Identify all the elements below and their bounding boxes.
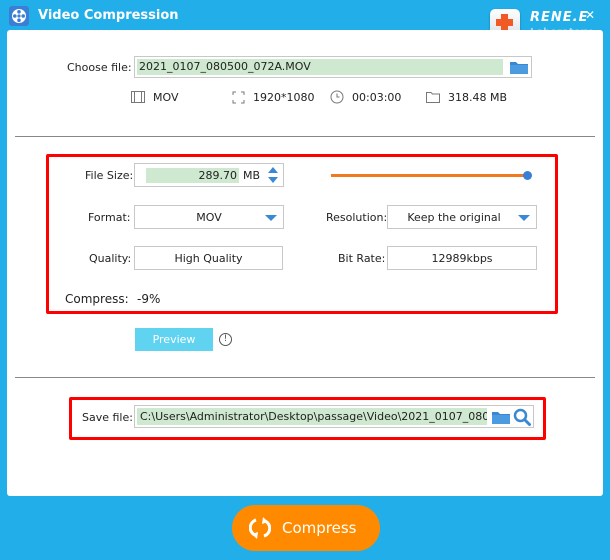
chevron-down-icon bbox=[518, 215, 530, 221]
compress-button-label: Compress bbox=[282, 519, 357, 537]
divider bbox=[15, 136, 595, 137]
format-dropdown[interactable]: MOV bbox=[134, 205, 284, 229]
chevron-down-icon bbox=[265, 215, 277, 221]
search-icon[interactable] bbox=[513, 408, 531, 426]
info-size-value: 318.48 MB bbox=[448, 90, 508, 104]
info-size: 318.48 MB bbox=[426, 89, 507, 105]
folder-icon[interactable] bbox=[510, 60, 528, 74]
choose-file-value: 2021_0107_080500_072A.MOV bbox=[139, 60, 311, 73]
save-file-label: Save file: bbox=[82, 411, 133, 424]
bitrate-value: 12989kbps bbox=[431, 252, 493, 265]
film-icon bbox=[131, 91, 145, 103]
file-size-spinner[interactable]: 289.70 MB bbox=[134, 163, 284, 187]
preview-button[interactable]: Preview bbox=[135, 328, 213, 351]
slider-thumb[interactable] bbox=[523, 171, 532, 180]
quality-field[interactable]: High Quality bbox=[134, 246, 283, 270]
brand-name: RENE.E bbox=[530, 10, 589, 25]
refresh-icon bbox=[249, 517, 271, 539]
compress-ratio-label: Compress: bbox=[65, 292, 129, 306]
save-file-value: C:\Users\Administrator\Desktop\passage\V… bbox=[140, 410, 487, 423]
info-format: MOV bbox=[131, 89, 178, 105]
slider-track bbox=[331, 174, 527, 177]
decrement-arrow-icon[interactable] bbox=[268, 177, 278, 183]
file-size-unit: MB bbox=[243, 169, 261, 182]
format-value: MOV bbox=[196, 211, 222, 224]
clock-icon bbox=[330, 90, 344, 104]
resolution-value: Keep the original bbox=[407, 211, 501, 224]
quality-value: High Quality bbox=[174, 252, 243, 265]
info-resolution-value: 1920*1080 bbox=[253, 90, 315, 104]
format-label: Format: bbox=[88, 211, 131, 224]
window-title: Video Compression bbox=[38, 8, 179, 23]
film-reel-icon bbox=[9, 6, 29, 26]
file-size-slider[interactable] bbox=[331, 170, 532, 180]
choose-file-field[interactable]: 2021_0107_080500_072A.MOV bbox=[134, 56, 532, 78]
save-file-field[interactable]: C:\Users\Administrator\Desktop\passage\V… bbox=[134, 405, 534, 428]
resolution-dropdown[interactable]: Keep the original bbox=[387, 205, 537, 229]
compress-button[interactable]: Compress bbox=[232, 505, 380, 551]
info-format-value: MOV bbox=[153, 90, 179, 104]
info-duration-value: 00:03:00 bbox=[352, 90, 402, 104]
title-bar: Video Compression RENE.E Laboratory ✕ bbox=[0, 0, 610, 38]
bitrate-label: Bit Rate: bbox=[338, 252, 386, 265]
info-icon[interactable]: ! bbox=[219, 333, 232, 346]
quality-label: Quality: bbox=[89, 252, 132, 265]
increment-arrow-icon[interactable] bbox=[268, 167, 278, 173]
folder-icon[interactable] bbox=[492, 410, 510, 424]
info-duration: 00:03:00 bbox=[330, 89, 401, 105]
folder-outline-icon bbox=[426, 92, 440, 103]
expand-icon bbox=[232, 91, 245, 103]
file-size-label: File Size: bbox=[85, 169, 134, 182]
info-resolution: 1920*1080 bbox=[232, 89, 315, 105]
bitrate-field[interactable]: 12989kbps bbox=[387, 246, 537, 270]
compress-ratio-value: -9% bbox=[137, 292, 161, 306]
resolution-label: Resolution: bbox=[326, 211, 388, 224]
close-button[interactable]: ✕ bbox=[583, 8, 597, 22]
file-size-value: 289.70 bbox=[198, 169, 238, 182]
divider bbox=[15, 377, 595, 378]
choose-file-label: Choose file: bbox=[67, 61, 132, 74]
